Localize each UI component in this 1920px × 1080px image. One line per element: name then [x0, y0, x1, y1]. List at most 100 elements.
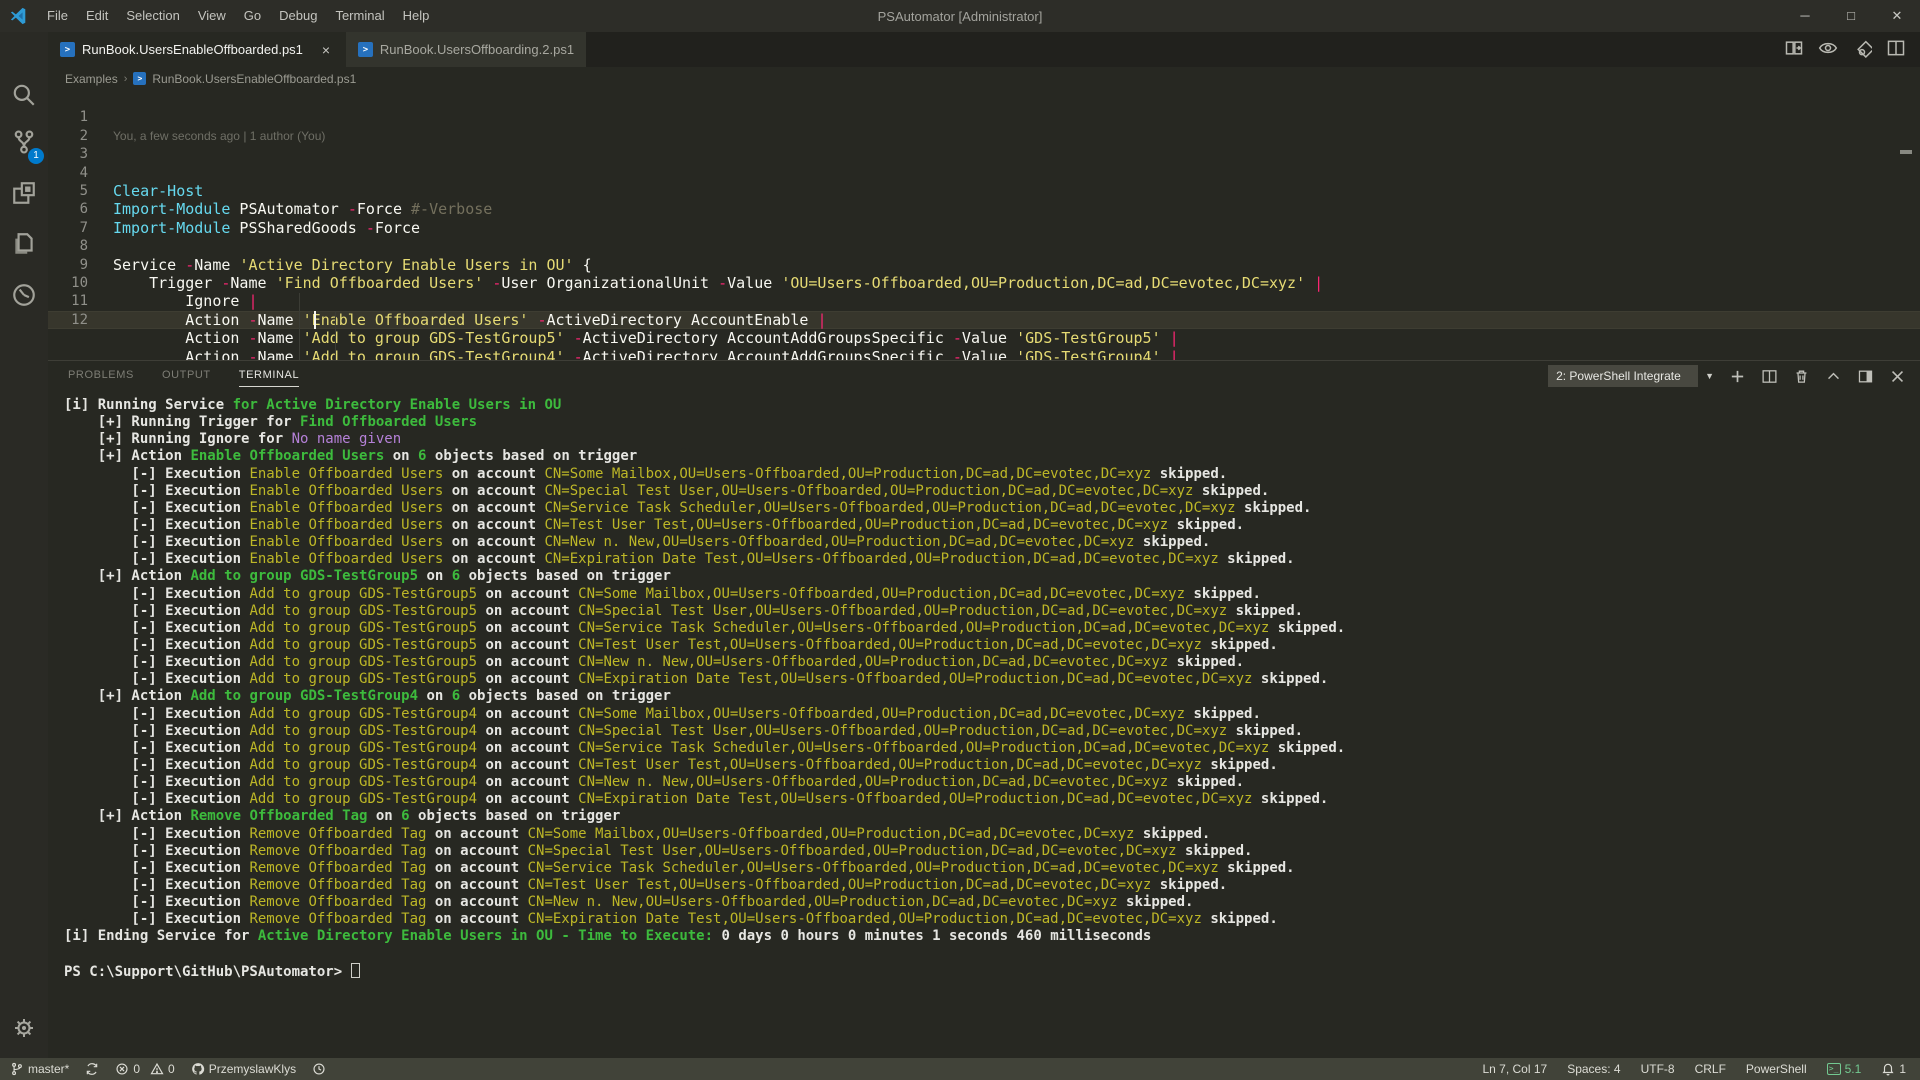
menu-file[interactable]: File	[38, 0, 77, 32]
dial-icon[interactable]	[0, 271, 48, 319]
gitlens-icon[interactable]	[1852, 38, 1872, 58]
new-terminal-icon[interactable]	[1729, 368, 1746, 385]
editor-actions	[1784, 38, 1906, 58]
gitlens-blame-annotation: You, a few seconds ago | 1 author (You)	[113, 127, 1920, 145]
terminal-line: [-] Execution Add to group GDS-TestGroup…	[64, 791, 1920, 808]
terminal-selector[interactable]: 2: PowerShell Integrate	[1548, 365, 1698, 387]
close-panel-icon[interactable]	[1889, 368, 1906, 385]
terminal-line: [-] Execution Enable Offboarded Users on…	[64, 483, 1920, 500]
code-editor[interactable]: 123456789101112 You, a few seconds ago |…	[48, 90, 1920, 360]
indentation[interactable]: Spaces: 4	[1567, 1062, 1620, 1076]
github-account[interactable]: PrzemyslawKlys	[191, 1062, 296, 1076]
maximize-button[interactable]: □	[1828, 0, 1874, 32]
menu-edit[interactable]: Edit	[77, 0, 117, 32]
status-bar: master* 0 0 PrzemyslawKlys Ln 7, Col 17 S…	[0, 1058, 1920, 1080]
code-line[interactable]: Ignore |	[113, 292, 1920, 310]
github-icon	[191, 1062, 205, 1076]
code-line[interactable]: Service -Name 'Active Directory Enable U…	[113, 256, 1920, 274]
code-line[interactable]: Action -Name 'Add to group GDS-TestGroup…	[113, 329, 1920, 347]
panel-tab-output[interactable]: OUTPUT	[162, 369, 211, 387]
line-number: 2	[48, 127, 88, 145]
code-content[interactable]: You, a few seconds ago | 1 author (You) …	[113, 90, 1920, 360]
encoding[interactable]: UTF-8	[1641, 1062, 1675, 1076]
breadcrumb[interactable]: Examples › > RunBook.UsersEnableOffboard…	[48, 67, 1920, 90]
title-bar: FileEditSelectionViewGoDebugTerminalHelp…	[0, 0, 1920, 32]
split-terminal-icon[interactable]	[1761, 368, 1778, 385]
notifications-bell[interactable]: 1	[1881, 1062, 1906, 1076]
close-button[interactable]: ✕	[1874, 0, 1920, 32]
warning-count: 0	[168, 1062, 175, 1076]
menu-help[interactable]: Help	[394, 0, 439, 32]
indent-guide	[299, 293, 300, 360]
menu-go[interactable]: Go	[235, 0, 270, 32]
menu-debug[interactable]: Debug	[270, 0, 326, 32]
history-clock-icon[interactable]	[312, 1062, 326, 1076]
warning-icon	[150, 1062, 164, 1076]
code-line[interactable]: Action -Name 'Enable Offboarded Users' -…	[113, 311, 1920, 329]
code-line[interactable]: Import-Module PSSharedGoods -Force	[113, 219, 1920, 237]
open-changes-icon[interactable]	[1784, 38, 1804, 58]
terminal-line: [+] Running Trigger for Find Offboarded …	[64, 414, 1920, 431]
close-tab-icon[interactable]: ×	[318, 42, 334, 58]
line-number: 10	[48, 274, 88, 292]
line-number: 4	[48, 164, 88, 182]
terminal-prompt[interactable]: PS C:\Support\GitHub\PSAutomator>	[64, 963, 1920, 980]
line-number: 6	[48, 200, 88, 218]
menu-selection[interactable]: Selection	[117, 0, 188, 32]
minimize-button[interactable]: ─	[1782, 0, 1828, 32]
cursor-position[interactable]: Ln 7, Col 17	[1482, 1062, 1547, 1076]
terminal-line: [-] Execution Remove Offboarded Tag on a…	[64, 826, 1920, 843]
indent-guide	[335, 311, 336, 360]
settings-gear-icon[interactable]	[0, 1008, 48, 1048]
code-line[interactable]: Action -Name 'Add to group GDS-TestGroup…	[113, 348, 1920, 360]
split-editor-icon[interactable]	[1886, 38, 1906, 58]
notification-count: 1	[1899, 1062, 1906, 1076]
eol[interactable]: CRLF	[1695, 1062, 1726, 1076]
problems-indicator[interactable]: 0 0	[115, 1062, 174, 1076]
source-control-icon[interactable]: 1	[0, 118, 48, 166]
sync-icon[interactable]	[85, 1062, 99, 1076]
git-branch-indicator[interactable]: master*	[10, 1062, 69, 1076]
terminal-line: [-] Execution Remove Offboarded Tag on a…	[64, 911, 1920, 928]
powershell-session-icon: >_	[1827, 1063, 1841, 1075]
breadcrumb-folder[interactable]: Examples	[65, 72, 118, 86]
dropdown-caret-icon: ▼	[1705, 371, 1714, 381]
terminal-line: [-] Execution Add to group GDS-TestGroup…	[64, 774, 1920, 791]
code-line[interactable]: Clear-Host	[113, 182, 1920, 200]
code-line[interactable]: Import-Module PSAutomator -Force #-Verbo…	[113, 200, 1920, 218]
menu-view[interactable]: View	[189, 0, 235, 32]
toggle-panel-icon[interactable]	[1857, 368, 1874, 385]
code-line[interactable]: Trigger -Name 'Find Offboarded Users' -U…	[113, 274, 1920, 292]
panel-tab-problems[interactable]: PROBLEMS	[68, 369, 134, 387]
powershell-file-icon: >	[60, 42, 75, 57]
line-numbers-gutter: 123456789101112	[48, 108, 88, 329]
kill-terminal-icon[interactable]	[1793, 368, 1810, 385]
extensions-icon[interactable]	[0, 169, 48, 217]
breadcrumb-file[interactable]: RunBook.UsersEnableOffboarded.ps1	[152, 72, 356, 86]
maximize-panel-icon[interactable]	[1825, 368, 1842, 385]
text-cursor	[314, 311, 316, 329]
github-username: PrzemyslawKlys	[209, 1062, 296, 1076]
pages-icon[interactable]	[0, 220, 48, 268]
terminal-line: [+] Action Add to group GDS-TestGroup4 o…	[64, 688, 1920, 705]
line-number: 12	[48, 311, 88, 329]
vscode-logo-icon	[10, 7, 28, 25]
window-controls: ─ □ ✕	[1782, 0, 1920, 32]
panel-tab-terminal[interactable]: TERMINAL	[239, 369, 299, 387]
menu-terminal[interactable]: Terminal	[326, 0, 393, 32]
language-mode[interactable]: PowerShell	[1746, 1062, 1807, 1076]
line-number: 9	[48, 256, 88, 274]
tab-label: RunBook.UsersEnableOffboarded.ps1	[82, 42, 303, 57]
tab-RunBook.UsersOffboarding.2.ps1[interactable]: >RunBook.UsersOffboarding.2.ps1	[346, 32, 586, 67]
toggle-blame-eye-icon[interactable]	[1818, 38, 1838, 58]
code-line[interactable]	[113, 237, 1920, 255]
terminal-line: [-] Execution Remove Offboarded Tag on a…	[64, 894, 1920, 911]
search-icon[interactable]	[0, 71, 48, 119]
terminal-line: [-] Execution Add to group GDS-TestGroup…	[64, 671, 1920, 688]
terminal-line: [-] Execution Enable Offboarded Users on…	[64, 500, 1920, 517]
vscode-window: FileEditSelectionViewGoDebugTerminalHelp…	[0, 0, 1920, 1080]
powershell-session-indicator[interactable]: >_ 5.1	[1827, 1062, 1862, 1076]
tab-RunBook.UsersEnableOffboarded.ps1[interactable]: > RunBook.UsersEnableOffboarded.ps1 ×	[48, 32, 346, 67]
line-number: 11	[48, 292, 88, 310]
terminal-output[interactable]: [i] Running Service for Active Directory…	[64, 397, 1920, 1058]
